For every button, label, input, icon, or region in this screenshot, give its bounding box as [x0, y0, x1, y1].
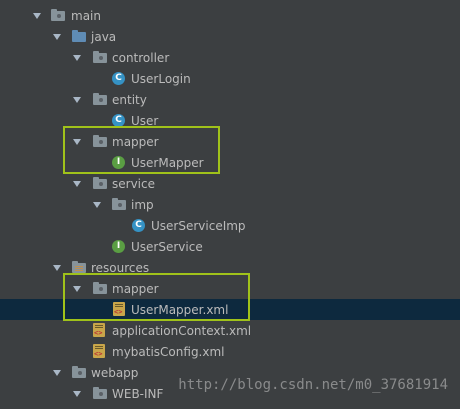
tree-node-java[interactable]: java [0, 26, 460, 47]
package-icon [93, 177, 107, 189]
expand-arrow-icon[interactable] [73, 181, 81, 187]
package-icon [112, 198, 126, 210]
tree-node-main[interactable]: main [0, 5, 460, 26]
tree-node-application-context[interactable]: applicationContext.xml [0, 320, 460, 341]
expand-arrow-icon[interactable] [73, 391, 81, 397]
tree-node-label: UserLogin [131, 71, 191, 86]
tree-node-user-service-imp[interactable]: C UserServiceImp [0, 215, 460, 236]
tree-node-mybatis-config[interactable]: mybatisConfig.xml [0, 341, 460, 362]
expand-arrow-icon[interactable] [33, 13, 41, 19]
class-icon: C [132, 219, 145, 232]
source-folder-icon [72, 30, 86, 42]
class-icon: C [112, 72, 125, 85]
resources-folder-icon [72, 261, 86, 273]
tree-node-label: webapp [91, 365, 139, 380]
tree-node-controller[interactable]: controller [0, 47, 460, 68]
expand-arrow-icon[interactable] [53, 265, 61, 271]
expand-arrow-icon[interactable] [53, 370, 61, 376]
tree-node-label: UserServiceImp [151, 218, 246, 233]
xml-file-icon [93, 344, 105, 358]
tree-node-user-service[interactable]: I UserService [0, 236, 460, 257]
tree-node-label: WEB-INF [112, 386, 164, 401]
tree-node-label: mybatisConfig.xml [112, 344, 225, 359]
expand-arrow-icon[interactable] [93, 202, 101, 208]
tree-node-label: java [91, 29, 117, 44]
tree-node-label: controller [112, 50, 170, 65]
highlight-box-mapper-resources [63, 273, 250, 321]
xml-file-icon [93, 323, 105, 337]
highlight-box-mapper-package [63, 126, 220, 174]
folder-icon [51, 9, 65, 21]
tree-node-user-login[interactable]: C UserLogin [0, 68, 460, 89]
tree-node-label: main [71, 8, 101, 23]
tree-node-label: service [112, 176, 155, 191]
tree-node-entity[interactable]: entity [0, 89, 460, 110]
tree-node-imp[interactable]: imp [0, 194, 460, 215]
watermark-text: http://blog.csdn.net/m0_37681914 [178, 377, 448, 393]
tree-node-service[interactable]: service [0, 173, 460, 194]
interface-icon: I [112, 240, 125, 253]
expand-arrow-icon[interactable] [73, 97, 81, 103]
folder-icon [72, 366, 86, 378]
expand-arrow-icon[interactable] [53, 34, 61, 40]
package-icon [93, 51, 107, 63]
tree-node-label: imp [131, 197, 154, 212]
project-tree: main java controller C UserLogin entity … [0, 0, 460, 409]
package-icon [93, 93, 107, 105]
tree-node-label: UserService [131, 239, 203, 254]
expand-arrow-icon[interactable] [73, 55, 81, 61]
folder-icon [93, 387, 107, 399]
tree-node-label: applicationContext.xml [112, 323, 252, 338]
tree-node-label: entity [112, 92, 147, 107]
